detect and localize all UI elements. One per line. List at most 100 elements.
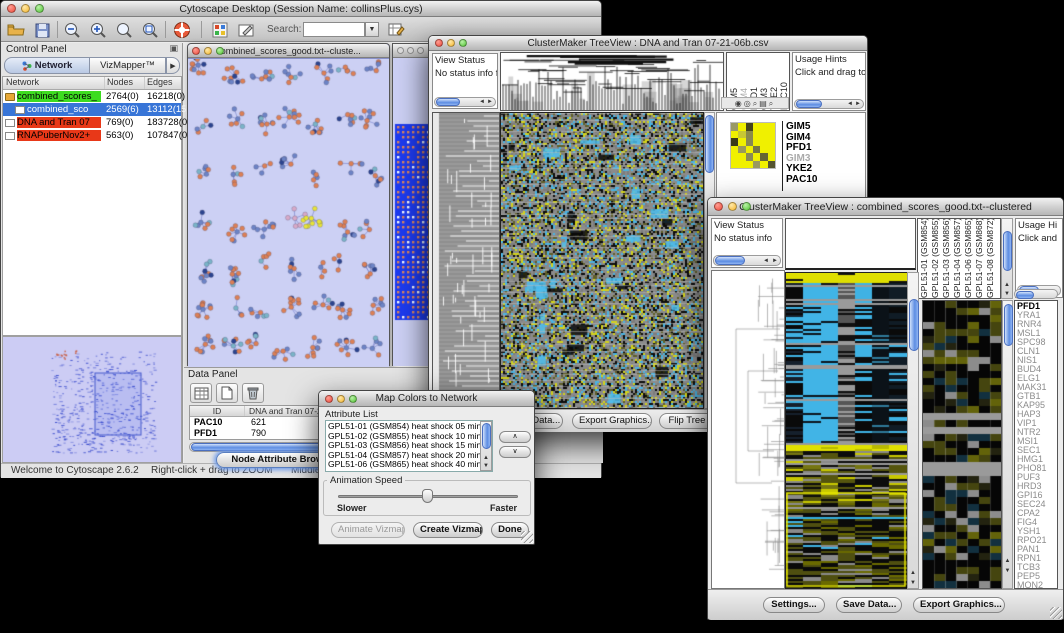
tv2-genelist-hscrollbar[interactable]: [1014, 289, 1058, 299]
treeview2-title-bar[interactable]: ClusterMaker TreeView : combined_scores_…: [708, 198, 1063, 216]
new-attribute-button[interactable]: [216, 383, 238, 403]
network-name: DNA and Tran 07: [17, 117, 101, 128]
view-status-scrollbar[interactable]: ◄ ►: [434, 97, 496, 107]
zoom-window-icon[interactable]: [35, 4, 44, 13]
tv1-row-dendrogram[interactable]: [432, 112, 500, 409]
dialog-title-bar[interactable]: Map Colors to Network: [319, 391, 534, 407]
network-row[interactable]: combined_scores_2764(0)16218(0): [3, 90, 181, 103]
search-input[interactable]: [303, 22, 365, 37]
col-header-nodes[interactable]: Nodes: [105, 77, 145, 89]
resize-grip[interactable]: [1050, 607, 1062, 619]
dense-network-canvas[interactable]: [393, 58, 432, 366]
tv2-row-dendrogram[interactable]: [711, 270, 785, 589]
move-up-button[interactable]: ∧: [499, 431, 531, 443]
open-session-button[interactable]: [5, 20, 27, 40]
animate-vizmap-button[interactable]: Animate Vizmap: [331, 522, 405, 538]
zoom-window-icon[interactable]: [349, 395, 357, 403]
help-button[interactable]: [171, 20, 193, 40]
tab-network[interactable]: Network: [4, 57, 90, 74]
move-down-button[interactable]: ∨: [499, 446, 531, 458]
close-icon[interactable]: [714, 202, 723, 211]
close-icon[interactable]: [397, 47, 404, 54]
matrix-cell: [753, 161, 760, 169]
create-vizmap-button[interactable]: Create Vizmap: [413, 522, 483, 538]
window-controls[interactable]: [7, 4, 44, 13]
gene-label[interactable]: PAC10: [786, 175, 862, 186]
export-graphics-button[interactable]: Export Graphics...: [913, 597, 1005, 613]
network-view-window-2: [392, 43, 433, 366]
gene-label[interactable]: MON2: [1017, 581, 1057, 589]
tv1-zoom-controls[interactable]: ◉◎⌕▤⌕: [721, 97, 789, 109]
tab-overflow-button[interactable]: ▶: [166, 57, 180, 74]
matrix-cell: [738, 161, 745, 169]
col-header-network[interactable]: Network: [3, 77, 105, 89]
tab-vizmapper-label: VizMapper™: [100, 60, 155, 71]
usage-hints-scrollbar[interactable]: ◄ ►: [794, 99, 864, 109]
zoom-selected-button[interactable]: [139, 20, 161, 40]
minimize-icon[interactable]: [728, 202, 737, 211]
gene-label[interactable]: PFD1: [786, 143, 862, 154]
attribute-browser-button[interactable]: [385, 20, 407, 40]
tab-vizmapper[interactable]: VizMapper™: [90, 57, 166, 74]
save-data-button[interactable]: Save Data...: [836, 597, 902, 613]
zoom-window-icon[interactable]: [459, 39, 467, 47]
col-header-edges[interactable]: Edges: [145, 77, 181, 89]
network-canvas[interactable]: [188, 58, 389, 367]
file-icon: [15, 106, 25, 114]
zoom-window-icon[interactable]: [742, 202, 751, 211]
close-icon[interactable]: [7, 4, 16, 13]
close-icon[interactable]: [192, 47, 200, 55]
float-panel-icon[interactable]: ▣: [169, 43, 178, 54]
attribute-item[interactable]: GPL51-07 (GSM868) heat shock 60 min: [328, 470, 490, 472]
table-icon-button[interactable]: [190, 383, 212, 403]
usage-hints-line2: Click and: [1016, 232, 1062, 245]
zoom-fit-icon: [115, 22, 133, 39]
minimize-icon[interactable]: [447, 39, 455, 47]
resize-grip[interactable]: [521, 531, 533, 543]
speed-slider-thumb[interactable]: [422, 489, 433, 503]
tv2-zoom-view[interactable]: [922, 300, 1002, 589]
zoom-window-icon[interactable]: [216, 47, 224, 55]
minimize-icon[interactable]: [204, 47, 212, 55]
tv2-genelist-vscrollbar[interactable]: ▲ ▼: [1002, 300, 1013, 589]
tv2-labels-vscrollbar[interactable]: ▲ ▼: [1001, 218, 1013, 299]
save-session-button[interactable]: [31, 20, 53, 40]
search-dropdown-button[interactable]: ▼: [365, 22, 379, 37]
gene-label[interactable]: GIM5: [786, 122, 862, 133]
minimize-icon[interactable]: [21, 4, 30, 13]
treeview1-title-bar[interactable]: ClusterMaker TreeView : DNA and Tran 07-…: [429, 36, 867, 51]
view-status-scrollbar[interactable]: ◄ ►: [713, 255, 781, 266]
annotation-button[interactable]: [235, 20, 257, 40]
delete-attribute-button[interactable]: [242, 383, 264, 403]
tv1-zoom-heatmap[interactable]: [730, 122, 776, 169]
zoom-window-icon[interactable]: [417, 47, 424, 54]
close-icon[interactable]: [435, 39, 443, 47]
settings-button[interactable]: Settings...: [763, 597, 825, 613]
main-title-bar[interactable]: Cytoscape Desktop (Session Name: collins…: [1, 1, 601, 17]
minimize-icon[interactable]: [407, 47, 414, 54]
network-row[interactable]: RNAPuberNov2+563(0)107847(0): [3, 129, 181, 142]
network-edges: 16218(0): [147, 91, 185, 102]
network-row[interactable]: DNA and Tran 07769(0)183728(0): [3, 116, 181, 129]
gene-label[interactable]: YKE2: [786, 164, 862, 175]
close-icon[interactable]: [325, 395, 333, 403]
attribute-listbox[interactable]: GPL51-01 (GSM854) heat shock 05 minGPL51…: [325, 420, 493, 472]
zoom-out-button[interactable]: [61, 20, 83, 40]
tv1-column-dendrogram[interactable]: [500, 52, 724, 111]
network-overview-panel[interactable]: [2, 336, 182, 463]
tv2-gene-labels: PFD1YRA1RNR4MSL1SPC98CLN1NIS1BUD4ELG1MAK…: [1014, 300, 1058, 589]
zoom-fit-button[interactable]: [113, 20, 135, 40]
export-graphics-button[interactable]: Export Graphics...: [572, 413, 652, 429]
vizmapper-button[interactable]: [209, 20, 231, 40]
data-col-id[interactable]: ID: [190, 406, 245, 416]
matrix-cell: [738, 131, 745, 139]
tv2-column-area[interactable]: [785, 218, 916, 270]
zoom-in-button[interactable]: [87, 20, 109, 40]
tv2-heatmap-vscrollbar[interactable]: ▲ ▼: [907, 272, 919, 589]
minimize-icon[interactable]: [337, 395, 345, 403]
attribute-list-vscrollbar[interactable]: ▲ ▼: [480, 421, 492, 471]
network-row[interactable]: combined_sco2569(6)13112(15): [3, 103, 181, 116]
tv1-heatmap[interactable]: [500, 112, 704, 409]
overview-canvas[interactable]: [3, 337, 181, 462]
tv2-heatmap[interactable]: [785, 272, 908, 589]
